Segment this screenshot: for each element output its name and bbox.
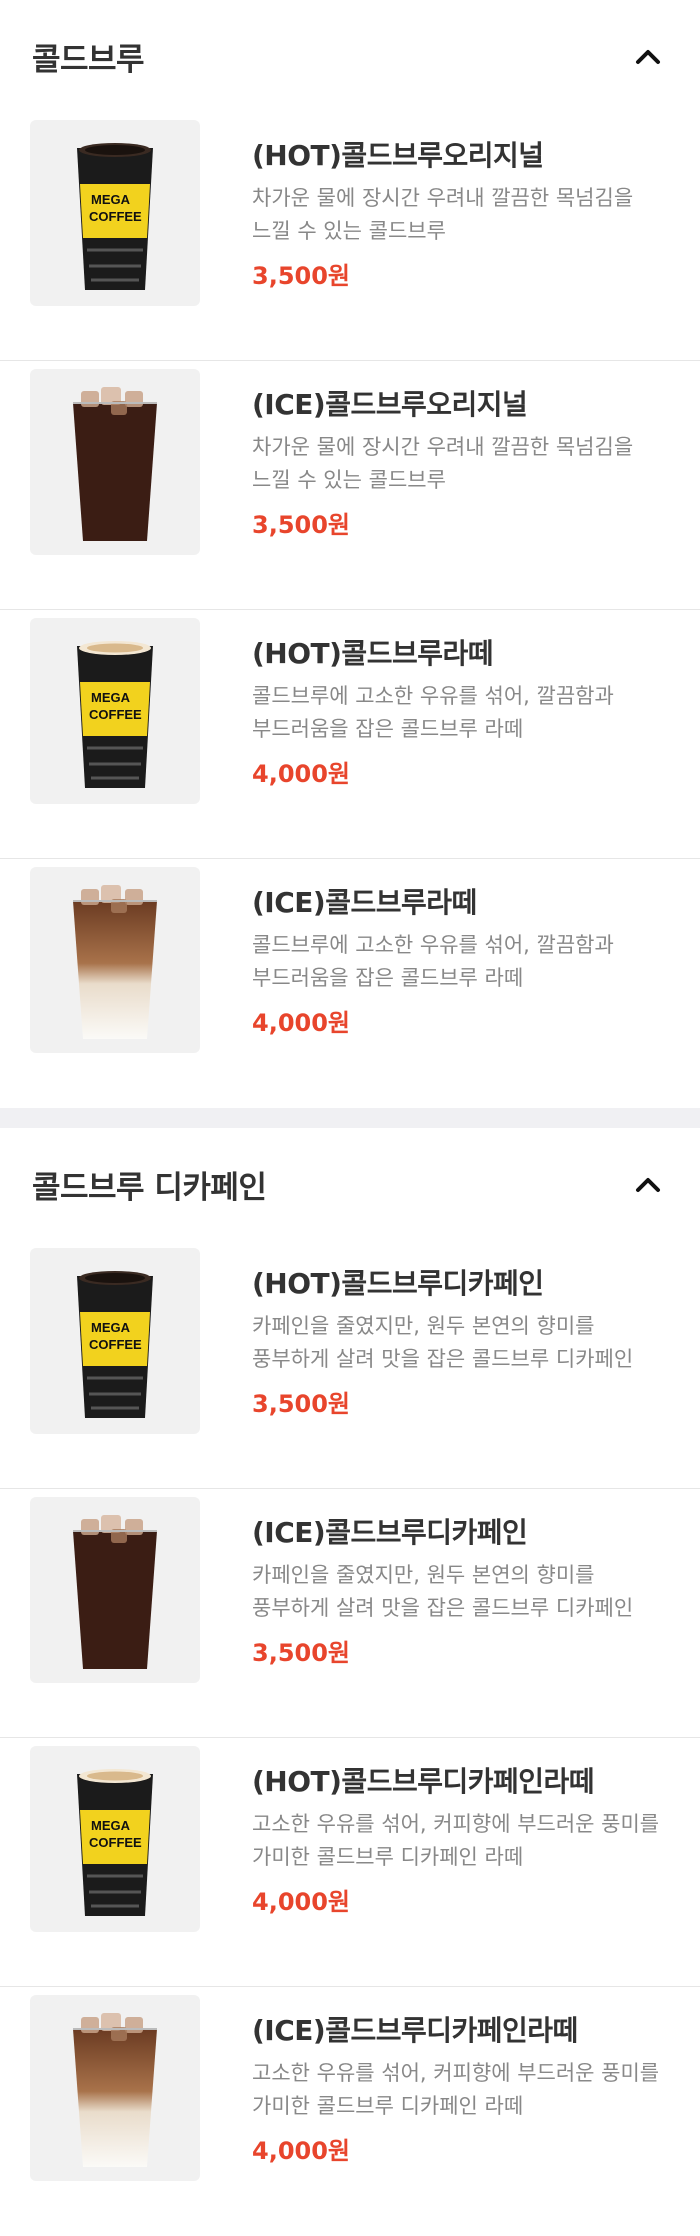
product-price: 3,500원	[252, 1390, 350, 1418]
product-price: 3,500원	[252, 1639, 350, 1667]
svg-text:COFFEE: COFFEE	[89, 1337, 142, 1352]
product-description: 콜드브루에 고소한 우유를 섞어, 깔끔함과 부드러움을 잡은 콜드브루 라떼	[252, 933, 614, 990]
product-image: MEGA COFFEE	[30, 618, 200, 804]
section-header[interactable]: 콜드브루	[0, 0, 700, 112]
cup-illustration	[73, 1515, 157, 1669]
product-description: 콜드브루에 고소한 우유를 섞어, 깔끔함과 부드러움을 잡은 콜드브루 라떼	[252, 684, 614, 741]
product-name: (ICE)콜드브루오리지널	[252, 388, 528, 421]
product-image	[30, 867, 200, 1053]
list-item[interactable]: MEGA COFFEE (HOT)콜드브루오리지널 차가운 물에 장시간 우려내 …	[0, 112, 700, 361]
section-title: 콜드브루	[32, 41, 145, 78]
product-description: 고소한 우유를 섞어, 커피향에 부드러운 풍미를 가미한 콜드브루 디카페인 …	[252, 1812, 660, 1869]
svg-text:MEGA: MEGA	[91, 690, 131, 705]
product-price: 4,000원	[252, 2137, 350, 2165]
section-title: 콜드브루 디카페인	[32, 1169, 267, 1206]
list-item[interactable]: (ICE)콜드브루라떼 콜드브루에 고소한 우유를 섞어, 깔끔함과 부드러움을…	[0, 859, 700, 1108]
svg-text:MEGA: MEGA	[91, 1818, 131, 1833]
cup-illustration	[73, 387, 157, 541]
cup-illustration: MEGA COFFEE	[77, 641, 153, 788]
svg-text:MEGA: MEGA	[91, 1320, 131, 1335]
list-item[interactable]: (ICE)콜드브루디카페인 카페인을 줄였지만, 원두 본연의 향미를 풍부하게…	[0, 1489, 700, 1738]
list-item[interactable]: MEGA COFFEE (HOT)콜드브루라떼 콜드브루에 고소한 우유를 섞어,…	[0, 610, 700, 859]
svg-text:COFFEE: COFFEE	[89, 707, 142, 722]
product-description: 카페인을 줄였지만, 원두 본연의 향미를 풍부하게 살려 맛을 잡은 콜드브루…	[252, 1563, 634, 1620]
product-description: 카페인을 줄였지만, 원두 본연의 향미를 풍부하게 살려 맛을 잡은 콜드브루…	[252, 1314, 634, 1371]
section-cold-brew-decaf: 콜드브루 디카페인 MEGA COFFEE (HOT)콜드브루디카페인 카페인을 …	[0, 1128, 700, 2236]
product-name: (HOT)콜드브루라떼	[252, 637, 494, 670]
product-image: MEGA COFFEE	[30, 1746, 200, 1932]
svg-text:COFFEE: COFFEE	[89, 209, 142, 224]
svg-text:MEGA: MEGA	[91, 192, 131, 207]
cup-illustration	[73, 885, 157, 1039]
product-name: (ICE)콜드브루라떼	[252, 886, 477, 919]
section-cold-brew: 콜드브루 MEGA COFFEE (HOT)콜드브루오리지널 차가운 물에 장시간…	[0, 0, 700, 1108]
list-item[interactable]: (ICE)콜드브루디카페인라떼 고소한 우유를 섞어, 커피향에 부드러운 풍미…	[0, 1987, 700, 2236]
section-divider	[0, 1108, 700, 1128]
product-image: MEGA COFFEE	[30, 120, 200, 306]
product-price: 4,000원	[252, 1009, 350, 1037]
svg-text:COFFEE: COFFEE	[89, 1835, 142, 1850]
product-description: 차가운 물에 장시간 우려내 깔끔한 목넘김을 느낄 수 있는 콜드브루	[252, 435, 634, 492]
product-name: (ICE)콜드브루디카페인라떼	[252, 2014, 578, 2047]
section-header[interactable]: 콜드브루 디카페인	[0, 1128, 700, 1240]
chevron-up-icon[interactable]	[628, 1164, 668, 1204]
product-image	[30, 1995, 200, 2181]
list-item[interactable]: MEGA COFFEE (HOT)콜드브루디카페인라떼 고소한 우유를 섞어, 커…	[0, 1738, 700, 1987]
product-price: 3,500원	[252, 511, 350, 539]
product-description: 고소한 우유를 섞어, 커피향에 부드러운 풍미를 가미한 콜드브루 디카페인 …	[252, 2061, 660, 2118]
product-name: (HOT)콜드브루디카페인라떼	[252, 1765, 595, 1798]
list-item[interactable]: MEGA COFFEE (HOT)콜드브루디카페인 카페인을 줄였지만, 원두 본…	[0, 1240, 700, 1489]
cup-illustration	[73, 2013, 157, 2167]
product-price: 3,500원	[252, 262, 350, 290]
product-image: MEGA COFFEE	[30, 1248, 200, 1434]
product-price: 4,000원	[252, 1888, 350, 1916]
product-image	[30, 1497, 200, 1683]
product-description: 차가운 물에 장시간 우려내 깔끔한 목넘김을 느낄 수 있는 콜드브루	[252, 186, 634, 243]
product-price: 4,000원	[252, 760, 350, 788]
cup-illustration: MEGA COFFEE	[77, 1769, 153, 1916]
product-image	[30, 369, 200, 555]
cup-illustration: MEGA COFFEE	[77, 143, 153, 290]
product-name: (ICE)콜드브루디카페인	[252, 1516, 528, 1549]
list-item[interactable]: (ICE)콜드브루오리지널 차가운 물에 장시간 우려내 깔끔한 목넘김을 느낄…	[0, 361, 700, 610]
chevron-up-icon[interactable]	[628, 36, 668, 76]
cup-illustration: MEGA COFFEE	[77, 1271, 153, 1418]
product-name: (HOT)콜드브루오리지널	[252, 139, 544, 172]
product-name: (HOT)콜드브루디카페인	[252, 1267, 544, 1300]
